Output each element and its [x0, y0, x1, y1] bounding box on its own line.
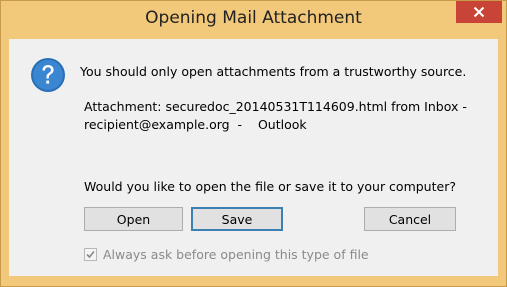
checkmark-icon	[86, 250, 95, 259]
title-bar[interactable]: Opening Mail Attachment	[1, 1, 506, 39]
close-button[interactable]	[456, 1, 502, 23]
always-ask-checkbox[interactable]	[84, 248, 97, 261]
always-ask-label: Always ask before opening this type of f…	[103, 247, 369, 262]
dialog-body: You should only open attachments from a …	[9, 39, 498, 276]
prompt-question: Would you like to open the file or save …	[84, 179, 456, 194]
attachment-info-line1: Attachment: securedoc_20140531T114609.ht…	[84, 99, 467, 114]
cancel-button[interactable]: Cancel	[364, 207, 456, 231]
attachment-info-line2: recipient@example.org - Outlook	[84, 117, 307, 132]
window-title: Opening Mail Attachment	[145, 8, 362, 28]
save-button[interactable]: Save	[191, 207, 283, 231]
close-icon	[473, 6, 485, 18]
dialog-window: Opening Mail Attachment You should only …	[0, 0, 507, 287]
open-button[interactable]: Open	[84, 207, 183, 231]
question-icon	[31, 58, 65, 92]
warning-message: You should only open attachments from a …	[80, 64, 467, 79]
